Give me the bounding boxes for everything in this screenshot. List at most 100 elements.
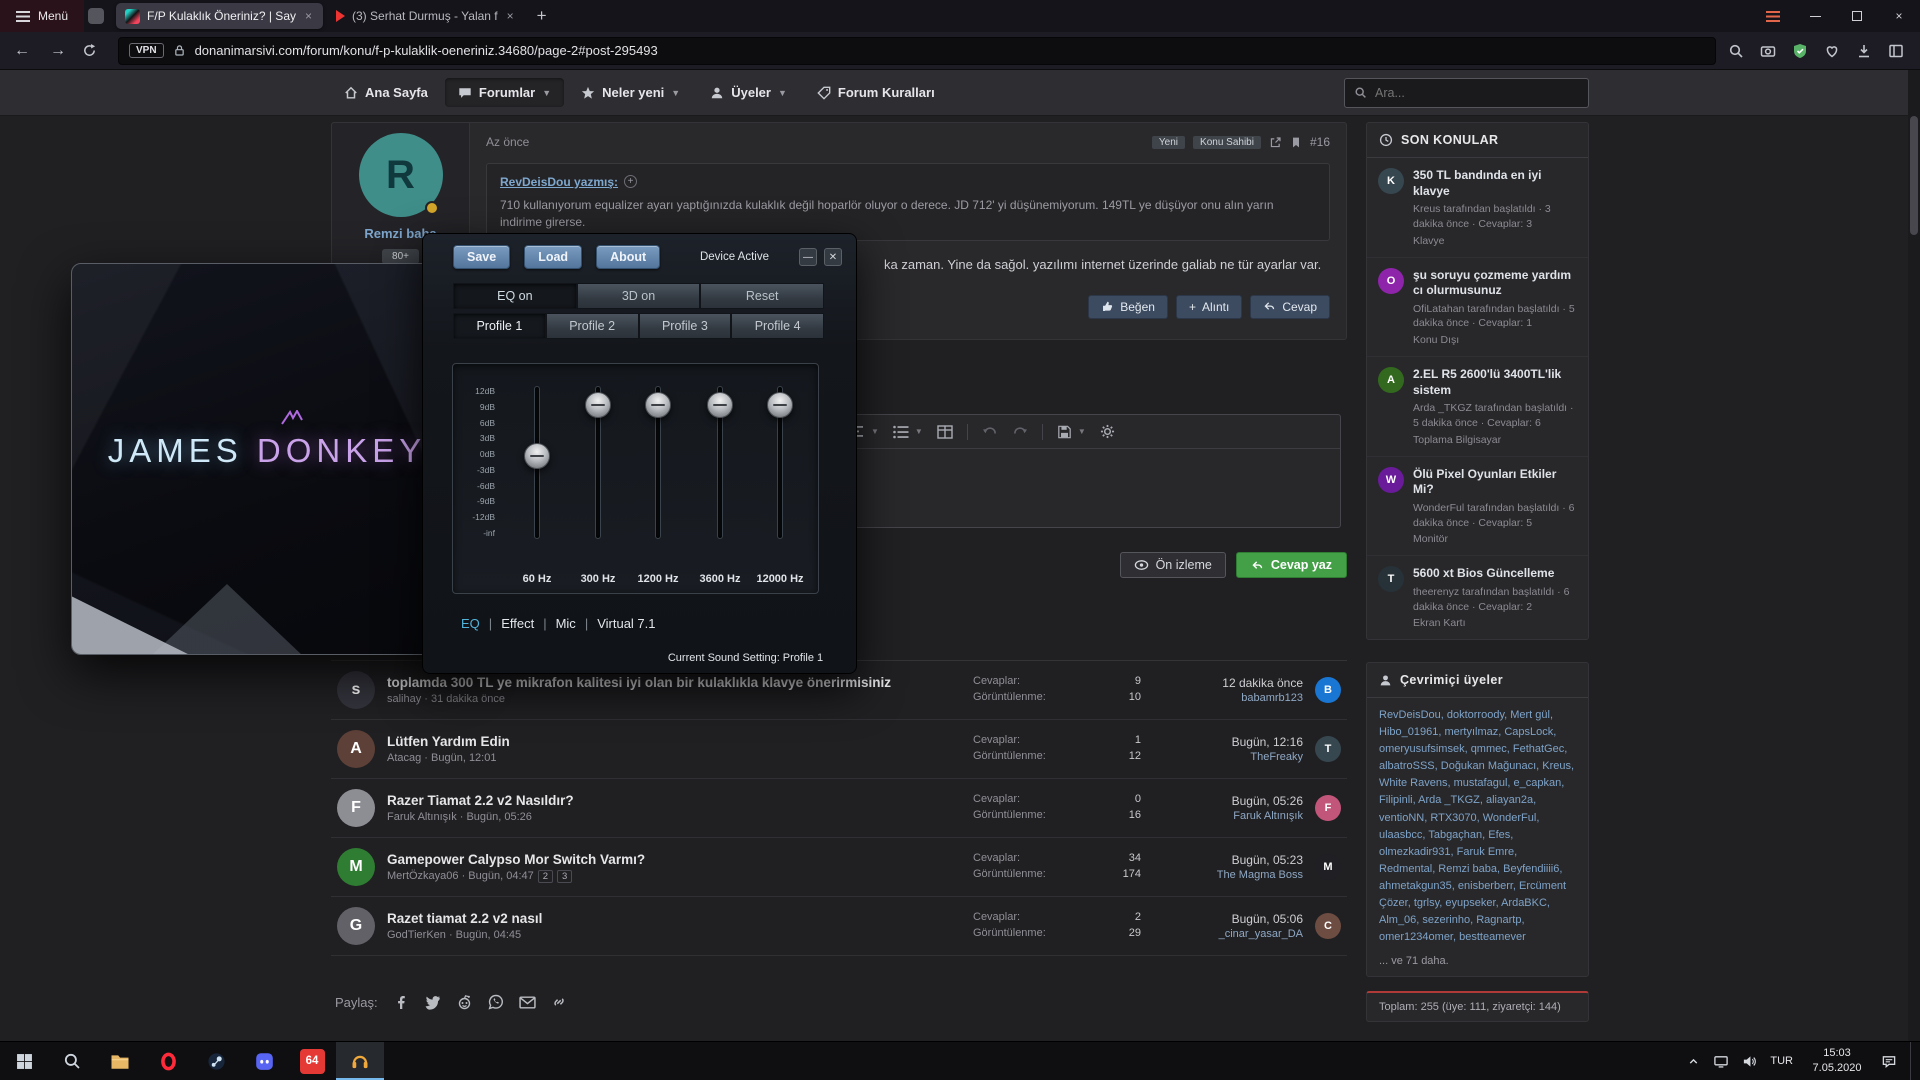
thread-last-user[interactable]: babamrb123	[1153, 692, 1303, 704]
eq-profile-tab[interactable]: Profile 3	[639, 313, 732, 339]
nav-whats-new[interactable]: Neler yeni▼	[568, 78, 693, 107]
discord-icon[interactable]	[240, 1042, 288, 1080]
heart-icon[interactable]	[1824, 43, 1840, 59]
thread-starter-avatar[interactable]: F	[337, 789, 375, 827]
nav-members[interactable]: Üyeler▼	[697, 78, 800, 107]
eq-profile-tab[interactable]: Profile 4	[731, 313, 824, 339]
new-tab-button[interactable]: +	[527, 6, 557, 26]
thread-last-avatar[interactable]: B	[1315, 677, 1341, 703]
volume-icon[interactable]	[1742, 1054, 1757, 1069]
taskbar-clock[interactable]: 15:037.05.2020	[1806, 1046, 1868, 1076]
whatsapp-icon[interactable]	[488, 994, 504, 1010]
avatar[interactable]: R	[359, 133, 443, 217]
topic-avatar[interactable]: K	[1378, 168, 1404, 194]
thread-last-avatar[interactable]: F	[1315, 795, 1341, 821]
nav-rules[interactable]: Forum Kuralları	[804, 78, 948, 107]
library-icon[interactable]	[1888, 43, 1904, 59]
topic-category[interactable]: Toplama Bilgisayar	[1413, 434, 1577, 446]
thread-starter-avatar[interactable]: A	[337, 730, 375, 768]
eq-bottom-tab[interactable]: EQ	[461, 616, 480, 631]
tab2-close-icon[interactable]: ×	[505, 9, 516, 23]
topic-category[interactable]: Monitör	[1413, 533, 1577, 545]
maximize-icon[interactable]	[1836, 0, 1878, 32]
page-badge[interactable]: 2	[538, 870, 553, 883]
undo-icon[interactable]	[982, 425, 998, 439]
eq-profile-tab[interactable]: Profile 1	[453, 313, 546, 339]
thread-last-avatar[interactable]: M	[1315, 854, 1341, 880]
thread-title-link[interactable]: Gamepower Calypso Mor Switch Varmı?	[387, 852, 961, 867]
screenshot-icon[interactable]	[1760, 43, 1776, 59]
thread-last-user[interactable]: _cinar_yasar_DA	[1153, 928, 1303, 940]
eq-close-icon[interactable]: ✕	[824, 248, 842, 266]
reply-button[interactable]: Cevap	[1250, 295, 1330, 319]
slider-knob[interactable]	[524, 443, 550, 469]
back-button[interactable]: ←	[10, 42, 34, 60]
submit-reply-button[interactable]: Cevap yaz	[1236, 552, 1347, 578]
topic-avatar[interactable]: W	[1378, 467, 1404, 493]
nav-home[interactable]: Ana Sayfa	[331, 78, 441, 107]
url-bar[interactable]: VPN donanimarsivi.com/forum/konu/f-p-kul…	[118, 37, 1716, 65]
topic-category[interactable]: Konu Dışı	[1413, 334, 1577, 346]
browser-tab-2[interactable]: (3) Serhat Durmuş - Yalan f ×	[327, 3, 525, 29]
preview-button[interactable]: Ön izleme	[1120, 552, 1226, 578]
thread-title-link[interactable]: Razet tiamat 2.2 v2 nasıl	[387, 911, 961, 926]
link-icon[interactable]	[551, 994, 567, 1010]
eq-slider[interactable]	[576, 382, 620, 543]
online-members-more[interactable]: ... ve 71 daha.	[1367, 955, 1588, 976]
topic-title-link[interactable]: 350 TL bandında en iyi klavye	[1413, 168, 1577, 199]
thread-starter-avatar[interactable]: s	[337, 671, 375, 709]
list-icon[interactable]	[893, 425, 909, 439]
eq-profile-tab[interactable]: Profile 2	[546, 313, 639, 339]
save-draft-icon[interactable]	[1057, 425, 1072, 439]
topic-avatar[interactable]: A	[1378, 367, 1404, 393]
eq-slider[interactable]	[636, 382, 680, 543]
like-button[interactable]: Beğen	[1088, 295, 1168, 319]
eq-bottom-tab[interactable]: Virtual 7.1	[597, 616, 655, 631]
expand-quote-icon[interactable]: +	[624, 175, 637, 188]
topic-avatar[interactable]: T	[1378, 566, 1404, 592]
opera-icon[interactable]	[144, 1042, 192, 1080]
eq-minimize-icon[interactable]: —	[799, 248, 817, 266]
forward-button[interactable]: →	[46, 42, 70, 60]
download-icon[interactable]	[1856, 43, 1872, 59]
slider-knob[interactable]	[645, 392, 671, 418]
reload-button[interactable]	[82, 43, 106, 58]
action-center-icon[interactable]	[1881, 1054, 1897, 1069]
facebook-icon[interactable]	[393, 994, 409, 1010]
forum-search-box[interactable]	[1344, 78, 1589, 108]
quote-button[interactable]: + Alıntı	[1176, 295, 1242, 319]
topic-avatar[interactable]: O	[1378, 268, 1404, 294]
thread-last-user[interactable]: Faruk Altınışık	[1153, 810, 1303, 822]
topic-category[interactable]: Klavye	[1413, 235, 1577, 247]
post-number[interactable]: #16	[1310, 135, 1330, 149]
load-button[interactable]: Load	[524, 245, 582, 269]
thread-last-user[interactable]: TheFreaky	[1153, 751, 1303, 763]
topic-title-link[interactable]: 5600 xt Bios Güncelleme	[1413, 566, 1577, 582]
eq-bottom-tab[interactable]: Mic	[556, 616, 576, 631]
slider-knob[interactable]	[767, 392, 793, 418]
table-icon[interactable]	[937, 425, 953, 439]
show-desktop-button[interactable]	[1910, 1042, 1916, 1080]
start-button[interactable]	[0, 1042, 48, 1080]
post-timestamp[interactable]: Az önce	[486, 135, 529, 149]
language-indicator[interactable]: TUR	[1770, 1055, 1793, 1067]
taskbar-search-button[interactable]	[48, 1042, 96, 1080]
eq-slider[interactable]	[515, 382, 559, 543]
quote-block[interactable]: RevDeisDou yazmış:+ 710 kullanıyorum equ…	[486, 163, 1330, 241]
file-explorer-icon[interactable]	[96, 1042, 144, 1080]
thread-title-link[interactable]: Razer Tiamat 2.2 v2 Nasıldır?	[387, 793, 961, 808]
slider-knob[interactable]	[707, 392, 733, 418]
topic-title-link[interactable]: Ölü Pixel Oyunları Etkiler Mi?	[1413, 467, 1577, 498]
thread-starter-avatar[interactable]: G	[337, 907, 375, 945]
browser-tab-1[interactable]: F/P Kulaklık Öneriniz? | Say ×	[116, 3, 323, 29]
url-text[interactable]: donanimarsivi.com/forum/konu/f-p-kulakli…	[195, 43, 658, 58]
eq-toggle-reset[interactable]: Reset	[700, 283, 824, 309]
email-icon[interactable]	[519, 996, 536, 1009]
save-button[interactable]: Save	[453, 245, 510, 269]
thread-starter-avatar[interactable]: M	[337, 848, 375, 886]
close-icon[interactable]: ×	[1878, 0, 1920, 32]
tab1-close-icon[interactable]: ×	[303, 9, 314, 23]
nav-forums[interactable]: Forumlar▼	[445, 78, 564, 107]
about-button[interactable]: About	[596, 245, 660, 269]
share-icon[interactable]	[1269, 136, 1282, 149]
